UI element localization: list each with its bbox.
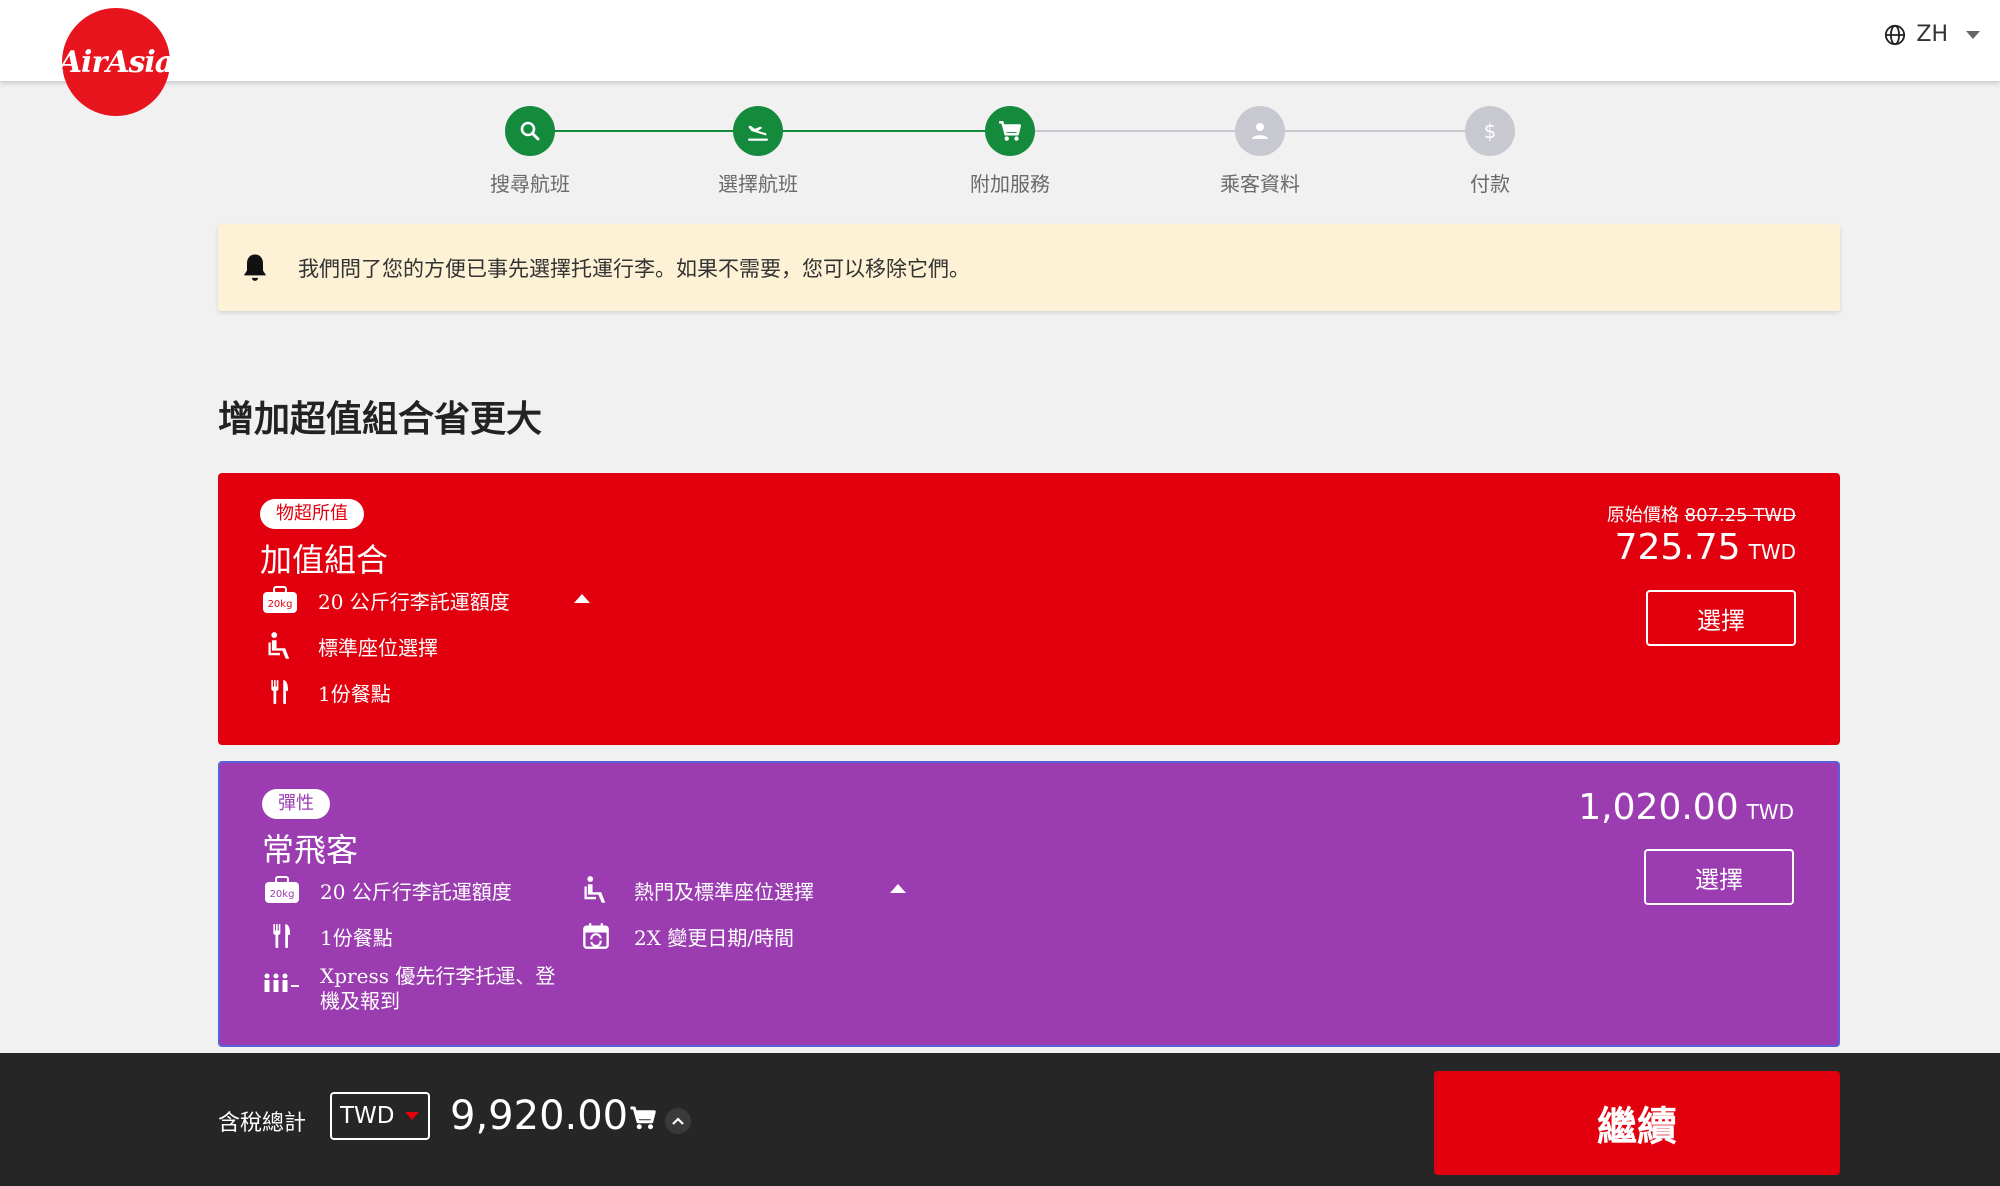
- feature-text: 20 公斤行李託運額度: [318, 589, 510, 614]
- step-circle: [1235, 106, 1285, 156]
- price-amount: 1,020.00: [1578, 787, 1739, 828]
- checkout-footer: 含稅總計 TWD 9,920.00 繼續: [0, 1053, 2000, 1186]
- seat-icon: [260, 630, 300, 662]
- feature-baggage: 20kg 20 公斤行李託運額度: [262, 874, 512, 906]
- feature-meal: 1份餐點: [260, 676, 391, 708]
- feature-text: Xpress 優先行李托運、登機及報到: [320, 964, 556, 1013]
- step-label: 附加服務: [970, 172, 1050, 196]
- step-addons[interactable]: 附加服務: [940, 106, 1080, 197]
- top-header: ZH: [0, 0, 2000, 81]
- step-circle: [505, 106, 555, 156]
- seat-icon: [576, 874, 616, 906]
- xpress-icon: [262, 970, 302, 1002]
- feature-text: 2X 變更日期/時間: [634, 925, 795, 950]
- logo-text: AirAsia: [58, 44, 174, 80]
- original-price-label: 原始價格: [1606, 505, 1679, 526]
- collapse-caret-icon[interactable]: [574, 594, 590, 603]
- dollar-icon: $: [1484, 119, 1497, 143]
- meal-icon: [262, 920, 302, 952]
- svg-text:$: $: [1484, 119, 1497, 143]
- price-currency: TWD: [1748, 540, 1796, 564]
- feature-xpress: Xpress 優先行李托運、登機及報到: [262, 964, 566, 1014]
- step-passenger-info[interactable]: 乘客資料: [1190, 106, 1330, 197]
- bundle-card-value-pack: 物超所值 加值組合 20kg 20 公斤行李託運額度 標準座位選擇 1份餐點 原…: [218, 473, 1840, 745]
- meal-icon: [260, 676, 300, 708]
- svg-text:20kg: 20kg: [268, 599, 293, 610]
- select-frequent-flyer-button[interactable]: 選擇: [1644, 849, 1794, 905]
- expand-summary-button[interactable]: [665, 1108, 691, 1134]
- step-circle: $: [1465, 106, 1515, 156]
- bundle-tag: 彈性: [262, 789, 330, 819]
- bell-icon: [243, 253, 267, 281]
- step-search-flight[interactable]: 搜尋航班: [460, 106, 600, 197]
- bundle-price: 725.75 TWD: [1615, 527, 1796, 568]
- feature-seat: 熱門及標準座位選擇: [576, 874, 814, 906]
- feature-text: 1份餐點: [318, 681, 391, 706]
- language-code: ZH: [1916, 22, 1948, 47]
- plane-landing-icon: [748, 125, 768, 141]
- svg-text:20kg: 20kg: [270, 889, 295, 900]
- language-selector[interactable]: ZH: [1884, 22, 1980, 47]
- search-icon: [520, 121, 540, 141]
- collapse-caret-icon[interactable]: [890, 884, 906, 893]
- total-amount: 9,920.00: [450, 1093, 629, 1139]
- step-label: 選擇航班: [718, 172, 798, 196]
- original-price: 原始價格 807.25 TWD: [1607, 501, 1796, 527]
- bundle-card-frequent-flyer: 彈性 常飛客 20kg 20 公斤行李託運額度 1份餐點 Xpress 優先行李…: [218, 761, 1840, 1047]
- currency-select[interactable]: TWD: [330, 1092, 430, 1140]
- airasia-logo[interactable]: AirAsia: [58, 8, 174, 116]
- luggage-20kg-icon: 20kg: [260, 584, 300, 616]
- currency-value: TWD: [340, 1103, 395, 1129]
- step-circle: [985, 106, 1035, 156]
- select-value-pack-button[interactable]: 選擇: [1646, 590, 1796, 646]
- step-label: 付款: [1470, 172, 1510, 196]
- notice-text: 我們問了您的方便已事先選擇托運行李。如果不需要，您可以移除它們。: [298, 256, 970, 281]
- feature-text: 20 公斤行李託運額度: [320, 879, 512, 904]
- feature-text: 熱門及標準座位選擇: [634, 879, 814, 904]
- chevron-down-icon: [1966, 30, 1980, 39]
- feature-meal: 1份餐點: [262, 920, 393, 952]
- step-payment[interactable]: $ 付款: [1420, 106, 1560, 197]
- section-title: 增加超值組合省更大: [218, 398, 543, 440]
- globe-icon: [1885, 24, 1906, 45]
- calendar-change-icon: [576, 920, 616, 952]
- chevron-up-icon: [672, 1117, 684, 1125]
- bundle-tag: 物超所值: [260, 499, 364, 529]
- baggage-notice: 我們問了您的方便已事先選擇托運行李。如果不需要，您可以移除它們。: [218, 224, 1840, 311]
- bundle-title: 加值組合: [260, 541, 389, 579]
- step-select-flight[interactable]: 選擇航班: [688, 106, 828, 197]
- total-label: 含稅總計: [218, 1111, 307, 1136]
- price-amount: 725.75: [1614, 527, 1741, 568]
- step-label: 乘客資料: [1220, 172, 1300, 196]
- feature-text: 1份餐點: [320, 925, 393, 950]
- step-circle: [733, 106, 783, 156]
- bundle-title: 常飛客: [262, 831, 359, 869]
- booking-stepper: 搜尋航班 選擇航班 附加服務 乘客資料 $ 付款: [490, 106, 1515, 197]
- chevron-down-icon: [404, 1112, 419, 1120]
- continue-button[interactable]: 繼續: [1434, 1071, 1840, 1175]
- cart-icon: [999, 121, 1022, 141]
- feature-seat: 標準座位選擇: [260, 630, 438, 662]
- luggage-20kg-icon: 20kg: [262, 874, 302, 906]
- step-label: 搜尋航班: [490, 172, 570, 196]
- feature-baggage: 20kg 20 公斤行李託運額度: [260, 584, 510, 616]
- cart-icon[interactable]: [628, 1103, 658, 1133]
- price-currency: TWD: [1746, 800, 1794, 824]
- feature-text: 標準座位選擇: [318, 635, 438, 660]
- original-price-value: 807.25 TWD: [1684, 505, 1796, 526]
- bundle-price: 1,020.00 TWD: [1578, 787, 1794, 828]
- person-icon: [1252, 123, 1268, 139]
- feature-date-change: 2X 變更日期/時間: [576, 920, 794, 952]
